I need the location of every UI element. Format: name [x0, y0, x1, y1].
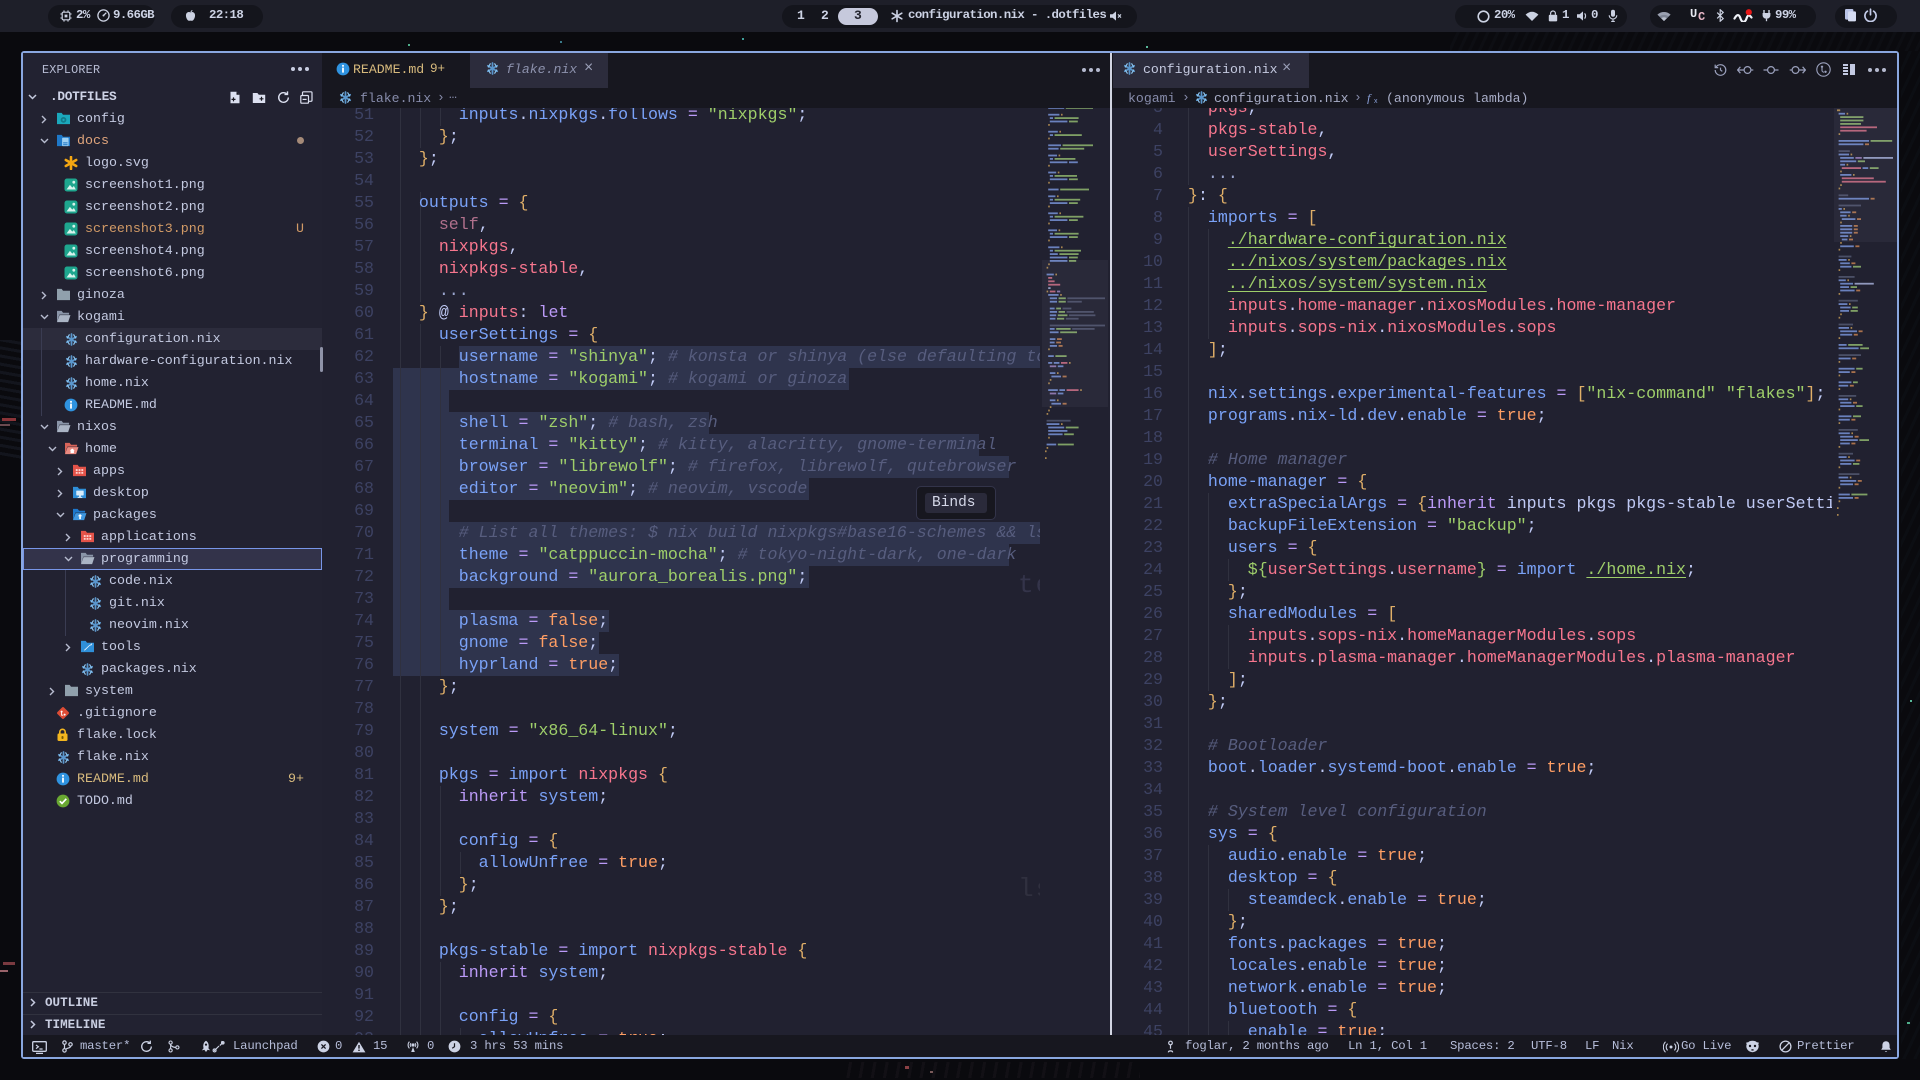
svg-text:f: f — [1367, 92, 1372, 104]
svg-text:x: x — [1374, 98, 1378, 104]
